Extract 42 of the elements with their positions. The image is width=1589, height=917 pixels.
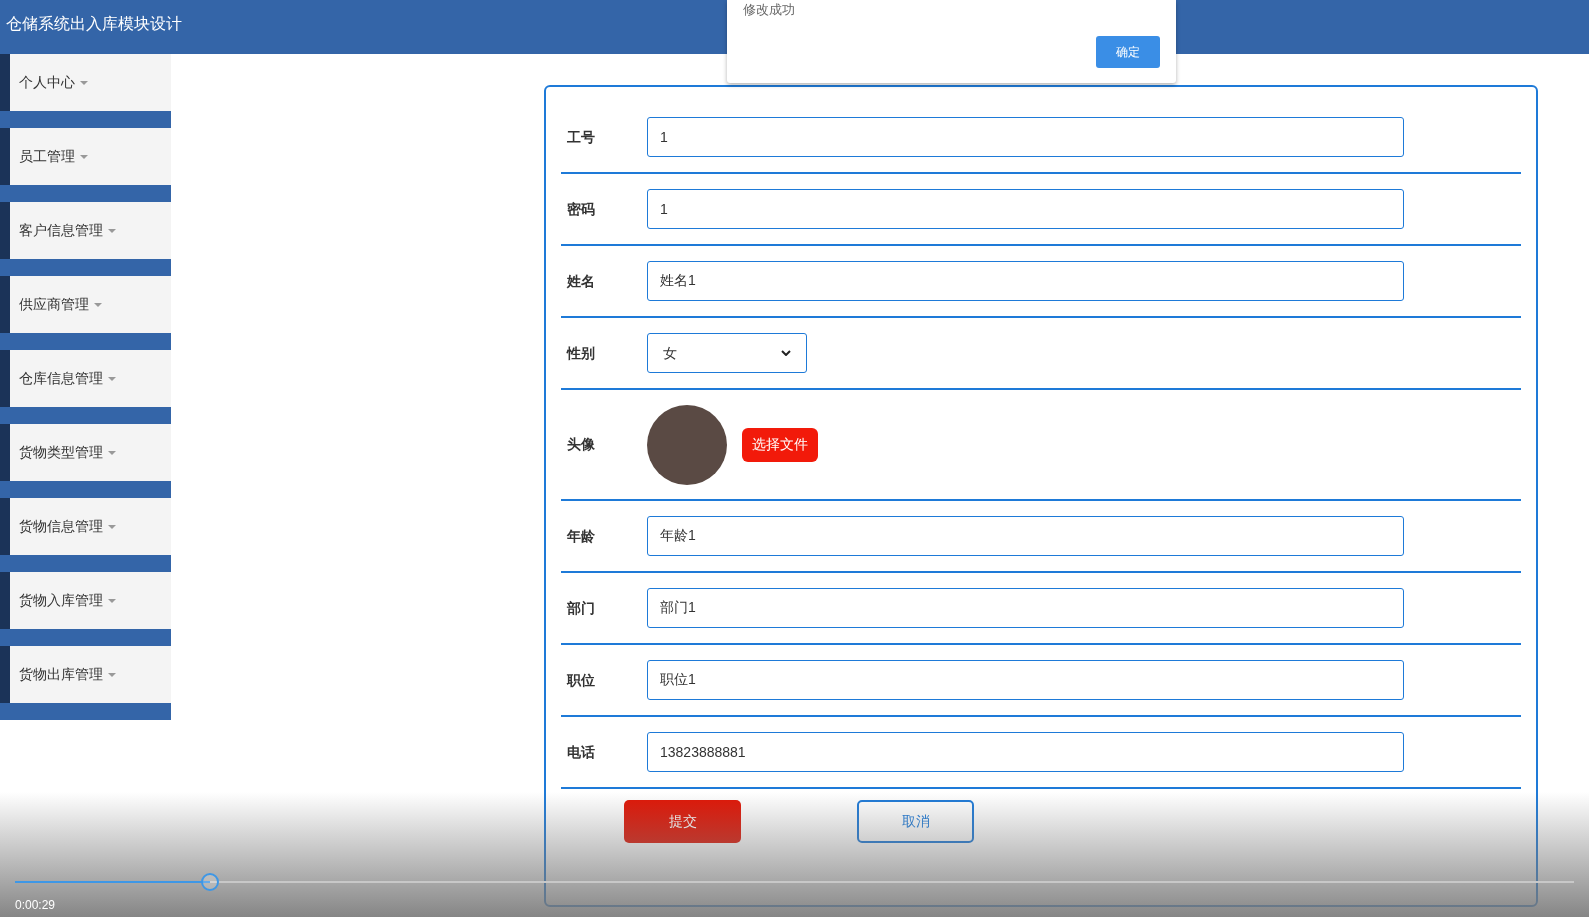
caret-icon bbox=[108, 376, 116, 381]
dialog-message: 修改成功 bbox=[743, 1, 796, 19]
field-label: 职位 bbox=[565, 670, 596, 690]
field-label: 头像 bbox=[566, 435, 596, 454]
choose-file-button[interactable]: 选择文件 bbox=[742, 427, 818, 462]
sidebar-item[interactable]: 货物信息管理 bbox=[0, 498, 171, 555]
text-field[interactable]: 姓名1 bbox=[647, 261, 1404, 301]
sidebar-item[interactable]: 仓库信息管理 bbox=[0, 350, 171, 407]
field-label: 密码 bbox=[566, 199, 596, 219]
field-label: 部门 bbox=[566, 598, 596, 618]
sidebar-item[interactable]: 货物出库管理 bbox=[0, 646, 171, 703]
caret-icon bbox=[80, 80, 88, 85]
field-label: 年龄 bbox=[566, 526, 596, 546]
sidebar-item[interactable]: 个人中心 bbox=[0, 54, 171, 111]
sidebar-item[interactable]: 员工管理 bbox=[0, 128, 171, 185]
caret-icon bbox=[108, 450, 116, 455]
caret-icon bbox=[80, 154, 88, 159]
field-label: 性别 bbox=[565, 343, 596, 363]
text-field[interactable]: 13823888881 bbox=[647, 732, 1404, 772]
chevron-down-icon bbox=[781, 350, 791, 356]
cancel-button[interactable]: 取消 bbox=[857, 800, 974, 843]
sidebar-item[interactable]: 客户信息管理 bbox=[0, 202, 171, 259]
text-field[interactable]: 职位1 bbox=[647, 660, 1404, 700]
submit-button[interactable]: 提交 bbox=[624, 800, 741, 843]
caret-icon bbox=[108, 672, 116, 677]
text-field[interactable]: 年龄1 bbox=[647, 516, 1404, 556]
caret-icon bbox=[108, 598, 116, 603]
field-label: 姓名 bbox=[566, 271, 596, 291]
caret-icon bbox=[108, 228, 116, 233]
field-label: 电话 bbox=[566, 742, 596, 762]
sidebar-item[interactable]: 货物入库管理 bbox=[0, 572, 171, 629]
app-title: 仓储系统出入库模块设计 bbox=[6, 14, 182, 34]
text-field[interactable]: 部门1 bbox=[647, 588, 1404, 628]
select-field[interactable]: 女 bbox=[647, 333, 807, 373]
time-label: 0:00:29 bbox=[15, 897, 56, 914]
field-label: 工号 bbox=[566, 127, 596, 147]
sidebar-item[interactable]: 供应商管理 bbox=[0, 276, 171, 333]
sidebar-item[interactable]: 货物类型管理 bbox=[0, 424, 171, 481]
text-field[interactable]: 1 bbox=[647, 117, 1404, 157]
caret-icon bbox=[108, 524, 116, 529]
caret-icon bbox=[94, 302, 102, 307]
text-field[interactable]: 1 bbox=[647, 189, 1404, 229]
